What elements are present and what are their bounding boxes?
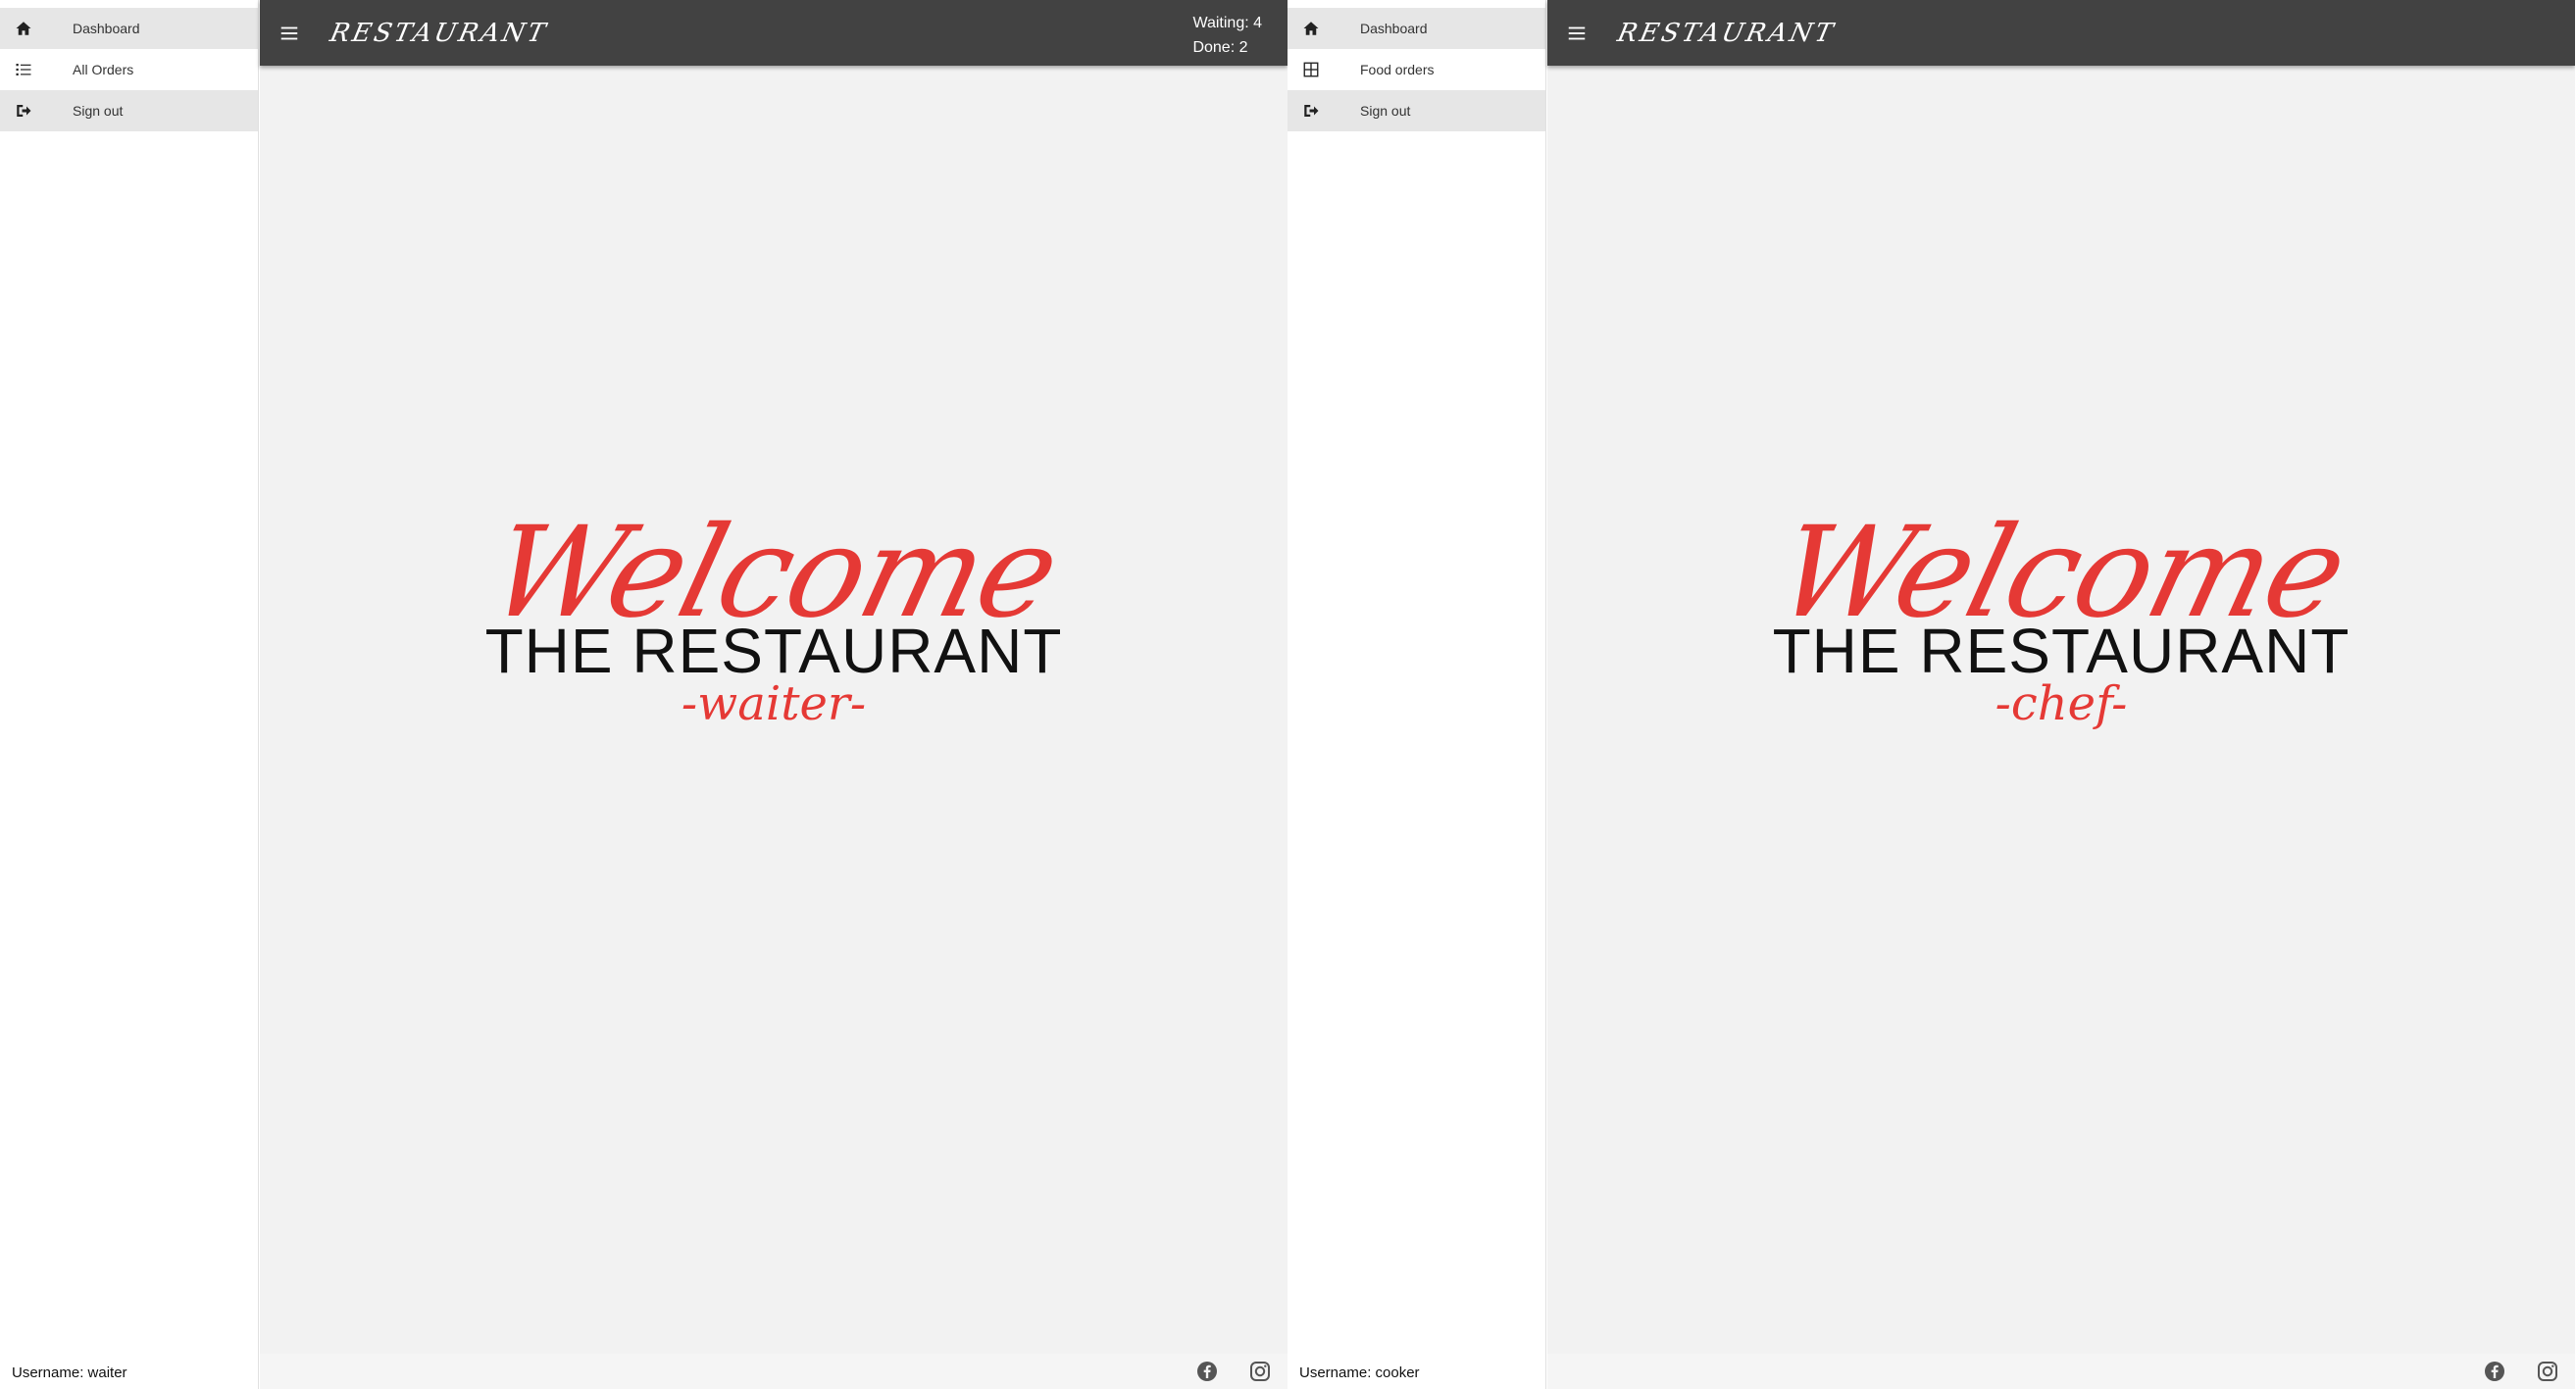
waiter-screen: Dashboard All Orders Sign out Username: … [0,0,1288,1389]
waiting-count: Waiting: 4 [1192,15,1262,31]
role-label: -waiter- [681,676,867,731]
sidebar-menu: Dashboard Food orders Sign out [1288,8,1545,131]
home-icon [14,19,33,38]
app-title: RESTAURANT [1614,18,1839,48]
done-count: Done: 2 [1192,39,1248,56]
menu-icon[interactable] [278,22,301,45]
welcome-banner: Welcome THE RESTAURANT -waiter- [260,500,1288,731]
main-content: RESTAURANT Welcome THE RESTAURANT -chef- [1547,0,2575,1389]
sidebar: Dashboard Food orders Sign out Username:… [1288,0,1546,1389]
sidebar-item-dashboard[interactable]: Dashboard [1288,8,1545,49]
app-bar: RESTAURANT [1547,0,2575,66]
sidebar-item-label: Dashboard [73,21,140,36]
menu-icon[interactable] [1565,22,1589,45]
screens-container: Dashboard All Orders Sign out Username: … [0,0,2576,1389]
instagram-icon[interactable] [1248,1360,1272,1383]
sidebar: Dashboard All Orders Sign out Username: … [0,0,259,1389]
grid-icon [1301,60,1321,79]
footer [260,1354,1288,1389]
chef-screen: Dashboard Food orders Sign out Username:… [1288,0,2575,1389]
welcome-heading: Welcome [1763,500,2359,646]
sidebar-item-label: Dashboard [1360,21,1428,36]
sidebar-item-label: Food orders [1360,62,1435,77]
welcome-banner: Welcome THE RESTAURANT -chef- [1547,500,2575,731]
role-label: -chef- [1995,676,2128,731]
sign-out-icon [1301,101,1321,121]
facebook-icon[interactable] [1195,1360,1219,1383]
order-status: Waiting: 4 Done: 2 [1192,11,1262,60]
sidebar-item-label: Sign out [73,103,124,119]
username-label: Username: waiter [12,1364,127,1381]
instagram-icon[interactable] [2536,1360,2559,1383]
username-label: Username: cooker [1299,1364,1420,1381]
welcome-heading: Welcome [476,500,1072,646]
sign-out-icon [14,101,33,121]
footer [1547,1354,2575,1389]
sidebar-item-dashboard[interactable]: Dashboard [0,8,258,49]
sidebar-item-label: Sign out [1360,103,1411,119]
sidebar-item-sign-out[interactable]: Sign out [1288,90,1545,131]
app-title: RESTAURANT [327,18,551,48]
sidebar-menu: Dashboard All Orders Sign out [0,8,258,131]
facebook-icon[interactable] [2483,1360,2506,1383]
home-icon [1301,19,1321,38]
sidebar-item-sign-out[interactable]: Sign out [0,90,258,131]
list-icon [14,60,33,79]
sidebar-item-all-orders[interactable]: All Orders [0,49,258,90]
sidebar-item-label: All Orders [73,62,134,77]
app-bar: RESTAURANT Waiting: 4 Done: 2 [260,0,1288,66]
sidebar-item-food-orders[interactable]: Food orders [1288,49,1545,90]
main-content: RESTAURANT Waiting: 4 Done: 2 Welcome TH… [260,0,1288,1389]
